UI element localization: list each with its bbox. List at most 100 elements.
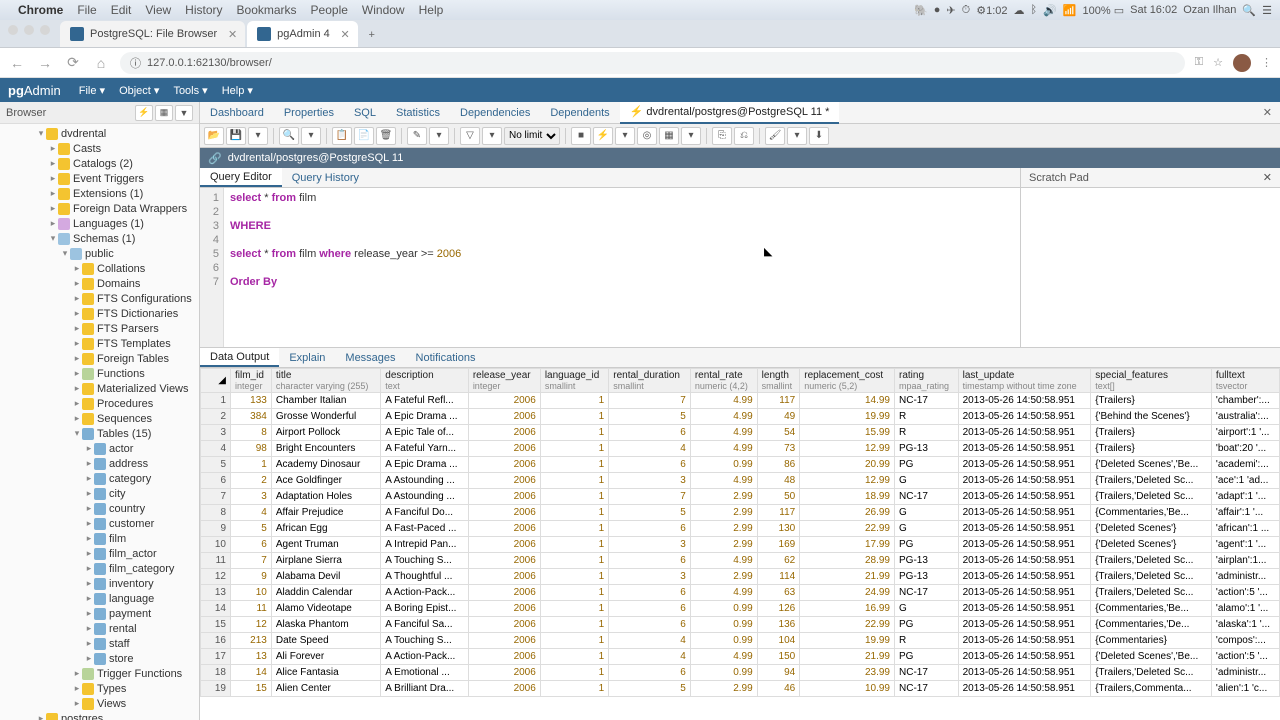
tree-node[interactable]: ▾Tables (15): [0, 426, 199, 441]
chrome-tab[interactable]: pgAdmin 4✕: [247, 21, 358, 47]
rollback-icon[interactable]: ⎌: [734, 127, 754, 145]
tree-node[interactable]: ▸customer: [0, 516, 199, 531]
tree-node[interactable]: ▸Trigger Functions: [0, 666, 199, 681]
find-dropdown[interactable]: ▾: [301, 127, 321, 145]
profile-avatar[interactable]: [1233, 54, 1251, 72]
table-row[interactable]: 106Agent TrumanA Intrepid Pan...2006132.…: [201, 537, 1280, 553]
tree-node[interactable]: ▾dvdrental: [0, 126, 199, 141]
results-grid[interactable]: ◢film_idintegertitlecharacter varying (2…: [200, 368, 1280, 720]
tree-node[interactable]: ▸Functions: [0, 366, 199, 381]
column-header[interactable]: rental_durationsmallint: [609, 369, 691, 393]
tree-node[interactable]: ▸payment: [0, 606, 199, 621]
explain-icon[interactable]: ◎: [637, 127, 657, 145]
table-row[interactable]: 498Bright EncountersA Fateful Yarn...200…: [201, 441, 1280, 457]
key-icon[interactable]: ⚿: [1195, 56, 1203, 69]
forward-button[interactable]: →: [36, 55, 54, 71]
editor-tab[interactable]: Query Editor: [200, 168, 282, 187]
table-row[interactable]: 1915Alien CenterA Brilliant Dra...200615…: [201, 681, 1280, 697]
reload-button[interactable]: ⟳: [64, 54, 82, 71]
tree-node[interactable]: ▸FTS Dictionaries: [0, 306, 199, 321]
editor-tab[interactable]: Query History: [282, 168, 369, 187]
paste-icon[interactable]: 📄: [354, 127, 374, 145]
pgadmin-menu-item[interactable]: Tools ▾: [173, 85, 207, 97]
macos-menu-item[interactable]: File: [77, 3, 96, 17]
table-row[interactable]: 1133Chamber ItalianA Fateful Refl...2006…: [201, 393, 1280, 409]
stop-icon[interactable]: ■: [571, 127, 591, 145]
output-tab[interactable]: Explain: [279, 348, 335, 367]
save-icon[interactable]: 💾: [226, 127, 246, 145]
tree-node[interactable]: ▸Procedures: [0, 396, 199, 411]
filter-dropdown[interactable]: ▾: [482, 127, 502, 145]
tree-node[interactable]: ▸Foreign Tables: [0, 351, 199, 366]
output-tab[interactable]: Data Output: [200, 348, 279, 367]
main-tab[interactable]: Dependencies: [450, 102, 540, 124]
pgadmin-menu-item[interactable]: Help ▾: [222, 85, 253, 97]
tree-node[interactable]: ▸Foreign Data Wrappers: [0, 201, 199, 216]
tree-node[interactable]: ▸postgres: [0, 711, 199, 720]
tree-node[interactable]: ▸Collations: [0, 261, 199, 276]
table-row[interactable]: 1310Aladdin CalendarA Action-Pack...2006…: [201, 585, 1280, 601]
tree-node[interactable]: ▸Types: [0, 681, 199, 696]
tree-node[interactable]: ▸Catalogs (2): [0, 156, 199, 171]
macos-menu-item[interactable]: Bookmarks: [237, 3, 297, 17]
execute-icon[interactable]: ⚡: [593, 127, 613, 145]
column-header[interactable]: release_yearinteger: [468, 369, 540, 393]
edit-icon[interactable]: ✎: [407, 127, 427, 145]
delete-icon[interactable]: 🗑: [376, 127, 396, 145]
chrome-menu-icon[interactable]: ⋮: [1261, 56, 1272, 69]
tree-node[interactable]: ▸country: [0, 501, 199, 516]
tree-node[interactable]: ▸Languages (1): [0, 216, 199, 231]
close-icon[interactable]: ✕: [341, 28, 350, 41]
table-row[interactable]: 51Academy DinosaurA Epic Drama ...200616…: [201, 457, 1280, 473]
table-row[interactable]: 1713Ali ForeverA Action-Pack...2006144.9…: [201, 649, 1280, 665]
tree-node[interactable]: ▸actor: [0, 441, 199, 456]
url-input[interactable]: ⓘ 127.0.0.1:62130/browser/: [120, 52, 1185, 74]
main-tab[interactable]: Statistics: [386, 102, 450, 124]
close-icon[interactable]: ✕: [228, 28, 237, 41]
tree-node[interactable]: ▸Views: [0, 696, 199, 711]
object-tree[interactable]: ▾dvdrental▸Casts▸Catalogs (2)▸Event Trig…: [0, 124, 199, 720]
filter-icon[interactable]: ▽: [460, 127, 480, 145]
tree-node[interactable]: ▸rental: [0, 621, 199, 636]
tree-node[interactable]: ▸FTS Parsers: [0, 321, 199, 336]
table-row[interactable]: 62Ace GoldfingerA Astounding ...2006134.…: [201, 473, 1280, 489]
pgadmin-menu-item[interactable]: Object ▾: [119, 85, 159, 97]
main-tab[interactable]: Dashboard: [200, 102, 274, 124]
column-header[interactable]: lengthsmallint: [757, 369, 800, 393]
table-row[interactable]: 38Airport PollockA Epic Tale of...200616…: [201, 425, 1280, 441]
table-row[interactable]: 1411Alamo VideotapeA Boring Epist...2006…: [201, 601, 1280, 617]
macos-menu-item[interactable]: People: [311, 3, 348, 17]
column-header[interactable]: rental_ratenumeric (4,2): [690, 369, 757, 393]
macos-menu-item[interactable]: Window: [362, 3, 405, 17]
tree-node[interactable]: ▸language: [0, 591, 199, 606]
tree-node[interactable]: ▸staff: [0, 636, 199, 651]
bookmark-icon[interactable]: ☆: [1213, 56, 1223, 69]
tree-node[interactable]: ▸Materialized Views: [0, 381, 199, 396]
column-header[interactable]: last_updatetimestamp without time zone: [958, 369, 1091, 393]
tree-node[interactable]: ▾Schemas (1): [0, 231, 199, 246]
macos-menu-item[interactable]: View: [145, 3, 171, 17]
edit-dropdown[interactable]: ▾: [429, 127, 449, 145]
tree-node[interactable]: ▸film: [0, 531, 199, 546]
back-button[interactable]: ←: [8, 55, 26, 71]
clear-icon[interactable]: 🖌: [765, 127, 785, 145]
tree-node[interactable]: ▸Sequences: [0, 411, 199, 426]
table-row[interactable]: 95African EggA Fast-Paced ...2006162.991…: [201, 521, 1280, 537]
main-tab[interactable]: Dependents: [540, 102, 619, 124]
table-row[interactable]: 2384Grosse WonderfulA Epic Drama ...2006…: [201, 409, 1280, 425]
connection-bar[interactable]: 🔗 dvdrental/postgres@PostgreSQL 11: [200, 148, 1280, 168]
sql-editor[interactable]: 1234567 select * from film WHERE select …: [200, 188, 1020, 347]
tree-node[interactable]: ▸Casts: [0, 141, 199, 156]
tree-node[interactable]: ▸film_category: [0, 561, 199, 576]
column-header[interactable]: titlecharacter varying (255): [271, 369, 380, 393]
tree-grid-icon[interactable]: ▦: [155, 105, 173, 121]
macos-menu-item[interactable]: History: [185, 3, 222, 17]
table-row[interactable]: 73Adaptation HolesA Astounding ...200617…: [201, 489, 1280, 505]
table-row[interactable]: 84Affair PrejudiceA Fanciful Do...200615…: [201, 505, 1280, 521]
table-row[interactable]: 1512Alaska PhantomA Fanciful Sa...200616…: [201, 617, 1280, 633]
execute-dropdown[interactable]: ▾: [615, 127, 635, 145]
output-tab[interactable]: Messages: [335, 348, 405, 367]
column-header[interactable]: ratingmpaa_rating: [895, 369, 959, 393]
close-icon[interactable]: ✕: [1255, 106, 1280, 119]
tree-node[interactable]: ▸FTS Configurations: [0, 291, 199, 306]
